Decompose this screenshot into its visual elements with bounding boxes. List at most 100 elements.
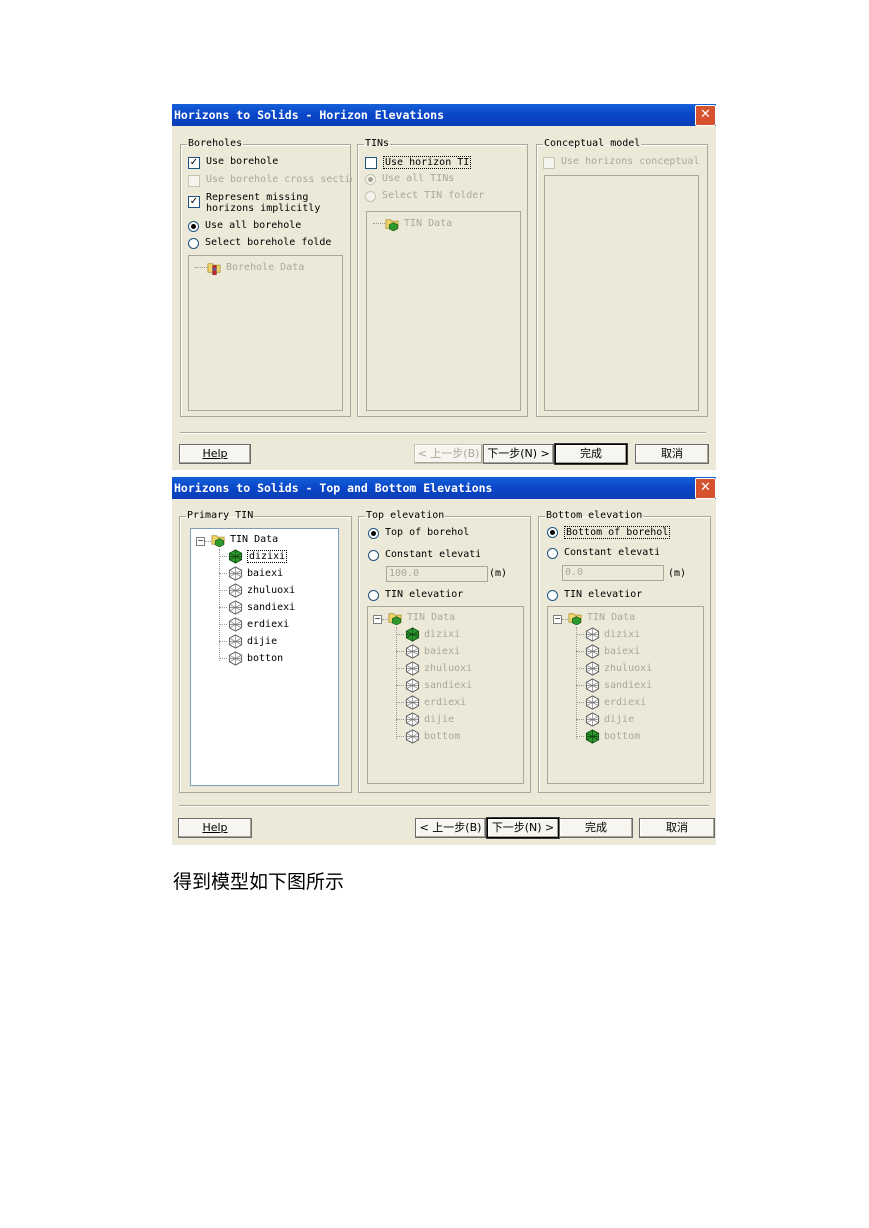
select-tin-folder-radio[interactable]: Select TIN folder [365,190,484,202]
tin-icon [228,634,243,649]
select-borehole-folder-radio[interactable]: Select borehole folde [188,237,348,249]
tree-item-label: dizixi [604,629,641,640]
use-horizon-tin-checkbox[interactable]: Use horizon TI [365,156,472,169]
top-of-borehole-radio[interactable]: Top of borehol [368,527,526,539]
tree-item[interactable]: dijie [219,634,277,649]
tin-icon [228,566,243,581]
tree-item[interactable]: dijie [576,712,634,727]
use-horizon-tin-label: Use horizon TI [383,156,472,169]
tin-folder-icon [211,532,226,547]
tree-root-label: Borehole Data [226,262,305,273]
tree-root-tin-data[interactable]: TIN Data [388,610,455,625]
borehole-tree[interactable]: Borehole Data [188,255,343,411]
conceptual-model-legend: Conceptual model [544,138,641,149]
use-borehole-checkbox[interactable]: ✓ Use borehole [188,156,278,169]
tree-item[interactable]: dizixi [576,627,640,642]
dialog-title: Horizons to Solids - Top and Bottom Elev… [174,481,493,495]
tree-item[interactable]: dizixi [396,627,460,642]
tin-icon [585,661,600,676]
cancel-button[interactable]: 取消 [639,818,715,838]
tree-item[interactable]: baiexi [576,644,640,659]
radio-icon [547,548,558,559]
caption-text: 得到模型如下图所示 [173,871,345,893]
tin-icon [585,644,600,659]
collapse-icon[interactable]: − [373,615,382,624]
tree-item[interactable]: erdiexi [396,695,466,710]
boreholes-legend: Boreholes [188,138,243,149]
tin-selected-icon [228,549,243,564]
help-button[interactable]: Help [178,818,252,838]
close-button[interactable]: ✕ [695,478,716,499]
finish-button[interactable]: 完成 [559,818,633,838]
bottom-tin-elevation-radio[interactable]: TIN elevatior [547,589,642,601]
tin-icon [405,729,420,744]
bottom-constant-radio[interactable]: Constant elevati [547,547,659,559]
finish-button[interactable]: 完成 [554,443,628,465]
tree-item[interactable]: dizixi [219,549,288,564]
top-constant-radio[interactable]: Constant elevati [368,549,480,561]
tree-item[interactable]: erdiexi [576,695,646,710]
primary-tin-tree[interactable]: − TIN Data dizixi baiexi zhuluoxi sandie… [190,528,339,786]
radio-icon [368,590,379,601]
check-icon: ✓ [188,157,200,169]
tree-root-borehole-data[interactable]: Borehole Data [207,260,304,275]
tree-item-label: zhuluoxi [604,663,653,674]
tree-item[interactable]: sandiexi [219,600,295,615]
conceptual-model-tree[interactable] [544,175,699,411]
radio-icon [365,191,376,202]
tree-root-tin-data[interactable]: TIN Data [385,216,452,231]
tree-root-tin-data[interactable]: TIN Data [211,532,278,547]
tree-item-label: erdiexi [604,697,647,708]
tree-item[interactable]: botton [219,651,283,666]
tree-item-label: bottom [424,731,461,742]
tree-item[interactable]: baiexi [219,566,283,581]
checkbox-icon [543,157,555,169]
tree-item-label: sandiexi [424,680,473,691]
represent-missing-line1: Represent missing [206,192,309,203]
bottom-unit-label: (m) [668,568,687,579]
tree-item-label: zhuluoxi [247,585,296,596]
back-button[interactable]: < 上一步(B) [414,444,483,464]
use-all-borehole-radio[interactable]: Use all borehole [188,220,301,232]
tree-root-label: TIN Data [407,612,456,623]
next-button[interactable]: 下一步(N) > [486,817,560,839]
represent-missing-checkbox[interactable]: ✓ Represent missing horizons implicitly [188,192,320,214]
top-tin-tree[interactable]: − TIN Data dizixi baiexi zhuluoxi sandie… [367,606,524,784]
tree-root-tin-data[interactable]: TIN Data [568,610,635,625]
use-horizons-conceptual-checkbox[interactable]: Use horizons conceptual m [543,156,703,169]
top-tin-elevation-radio[interactable]: TIN elevatior [368,589,463,601]
tin-icon [585,712,600,727]
back-button[interactable]: < 上一步(B) [415,818,486,838]
tin-icon [228,617,243,632]
use-all-tins-radio[interactable]: Use all TINs [365,173,454,185]
tree-item[interactable]: bottom [396,729,460,744]
check-icon: ✓ [188,196,200,208]
tree-item[interactable]: baiexi [396,644,460,659]
use-cross-sections-checkbox[interactable]: Use borehole cross sectior [188,174,352,187]
tin-folder-tree[interactable]: TIN Data [366,211,521,411]
next-button[interactable]: 下一步(N) > [483,444,554,464]
bottom-constant-input[interactable]: 0.0 [562,565,664,581]
tree-item[interactable]: sandiexi [576,678,652,693]
bottom-tin-tree[interactable]: − TIN Data dizixi baiexi zhuluoxi sandie… [547,606,704,784]
collapse-icon[interactable]: − [196,537,205,546]
tree-item[interactable]: dijie [396,712,454,727]
tin-folder-icon [385,216,400,231]
tree-item[interactable]: erdiexi [219,617,289,632]
tree-item[interactable]: sandiexi [396,678,472,693]
tree-item[interactable]: zhuluoxi [576,661,652,676]
top-constant-input[interactable]: 100.0 [386,566,488,582]
title-bar: Horizons to Solids - Horizon Elevations … [172,104,716,126]
help-button[interactable]: Help [179,444,251,464]
tree-item[interactable]: zhuluoxi [219,583,295,598]
help-label: Help [202,821,228,834]
collapse-icon[interactable]: − [553,615,562,624]
tin-icon [405,712,420,727]
cancel-button[interactable]: 取消 [635,444,709,464]
tree-item-label: dijie [604,714,635,725]
select-tin-folder-label: Select TIN folder [382,190,485,201]
bottom-of-borehole-radio[interactable]: Bottom of borehol [547,526,707,539]
tree-item[interactable]: zhuluoxi [396,661,472,676]
tree-item[interactable]: bottom [576,729,640,744]
close-button[interactable]: ✕ [695,105,716,126]
